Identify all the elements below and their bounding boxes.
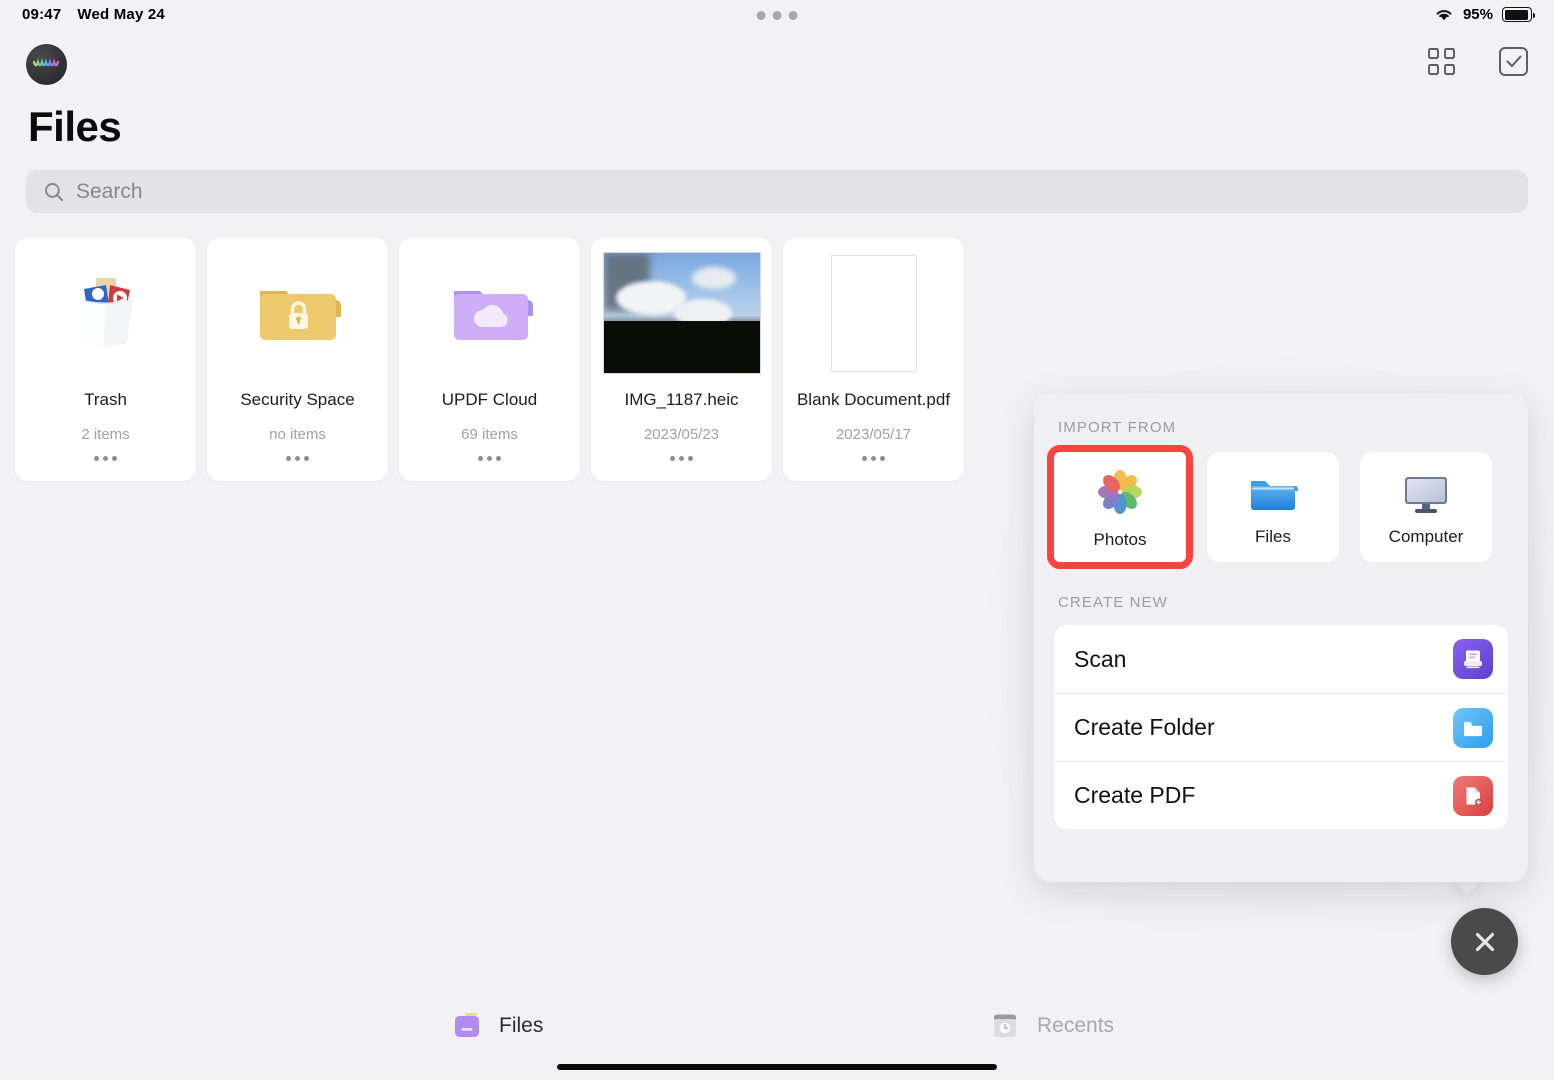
user-avatar-icon xyxy=(33,58,61,72)
pdf-add-icon xyxy=(1453,776,1493,816)
header-actions xyxy=(1428,47,1528,76)
import-option-files[interactable]: Files xyxy=(1207,452,1339,562)
file-meta: 2023/05/23 xyxy=(644,426,719,443)
more-options-icon[interactable] xyxy=(670,456,693,461)
create-option-label: Create PDF xyxy=(1074,782,1195,809)
status-time: 09:47 xyxy=(22,6,61,23)
search-placeholder: Search xyxy=(76,180,143,204)
create-new-label: CREATE NEW xyxy=(1058,594,1508,611)
file-meta: 69 items xyxy=(461,426,518,443)
files-tab-icon xyxy=(452,1010,486,1042)
close-x-icon xyxy=(1472,929,1498,955)
close-fab-button[interactable] xyxy=(1451,908,1518,975)
add-content-popover: IMPORT FROM xyxy=(1034,393,1528,882)
avatar[interactable] xyxy=(26,44,67,85)
grid-view-icon[interactable] xyxy=(1428,48,1455,75)
battery-icon xyxy=(1502,7,1532,22)
app-screen: 09:47 Wed May 24 95% xyxy=(0,0,1554,1080)
import-options-row: Photos Files xyxy=(1054,452,1508,562)
file-card-img-1187[interactable]: IMG_1187.heic 2023/05/23 xyxy=(591,238,772,481)
status-bar-right: 95% xyxy=(1434,6,1532,23)
page-title: Files xyxy=(28,103,121,151)
file-meta: 2023/05/17 xyxy=(836,426,911,443)
file-meta: no items xyxy=(269,426,326,443)
checkmark-glyph xyxy=(1506,55,1522,68)
file-name: Blank Document.pdf xyxy=(797,390,950,410)
tab-label: Recents xyxy=(1037,1014,1114,1038)
create-option-scan[interactable]: Scan xyxy=(1054,625,1508,693)
file-name: Security Space xyxy=(240,390,354,410)
import-option-photos-highlight: Photos xyxy=(1047,445,1193,569)
create-option-label: Create Folder xyxy=(1074,714,1215,741)
scanner-icon xyxy=(1453,639,1493,679)
file-name: UPDF Cloud xyxy=(442,390,537,410)
status-date: Wed May 24 xyxy=(77,6,165,23)
file-grid: Trash 2 items Security Space no items xyxy=(15,238,964,481)
file-card-blank-document[interactable]: Blank Document.pdf 2023/05/17 xyxy=(783,238,964,481)
import-option-computer[interactable]: Computer xyxy=(1360,452,1492,562)
import-option-label: Computer xyxy=(1389,527,1464,547)
tab-label: Files xyxy=(499,1014,543,1038)
battery-percent: 95% xyxy=(1463,6,1493,23)
file-name: Trash xyxy=(84,390,127,410)
cloud-folder-icon xyxy=(399,238,580,388)
status-bar: 09:47 Wed May 24 95% xyxy=(0,0,1554,32)
file-card-security-space[interactable]: Security Space no items xyxy=(207,238,388,481)
import-option-label: Photos xyxy=(1094,530,1147,550)
blank-page-icon xyxy=(783,238,964,388)
tab-bar: Files Recents xyxy=(0,998,1554,1080)
select-checkmark-icon[interactable] xyxy=(1499,47,1528,76)
more-options-icon[interactable] xyxy=(94,456,117,461)
tab-files[interactable]: Files xyxy=(452,1010,543,1042)
search-icon xyxy=(44,182,64,202)
photo-thumbnail-icon xyxy=(591,238,772,388)
status-bar-left: 09:47 Wed May 24 xyxy=(22,6,165,23)
more-options-icon[interactable] xyxy=(862,456,885,461)
import-from-label: IMPORT FROM xyxy=(1058,419,1508,436)
create-new-list: Scan Create Folder xyxy=(1054,625,1508,829)
multitasking-dots-icon[interactable] xyxy=(757,11,798,20)
more-options-icon[interactable] xyxy=(478,456,501,461)
home-indicator[interactable] xyxy=(557,1064,997,1070)
import-option-label: Files xyxy=(1255,527,1291,547)
file-name: IMG_1187.heic xyxy=(624,390,738,410)
tab-recents[interactable]: Recents xyxy=(990,1010,1114,1042)
file-meta: 2 items xyxy=(81,426,129,443)
trash-bin-icon xyxy=(15,238,196,388)
create-option-create-pdf[interactable]: Create PDF xyxy=(1054,761,1508,829)
search-input[interactable]: Search xyxy=(26,170,1528,213)
wifi-icon xyxy=(1434,7,1454,22)
create-option-create-folder[interactable]: Create Folder xyxy=(1054,693,1508,761)
folder-icon xyxy=(1453,708,1493,748)
recents-clock-icon xyxy=(990,1010,1024,1042)
computer-monitor-icon xyxy=(1398,467,1454,517)
files-app-icon xyxy=(1245,467,1301,517)
more-options-icon[interactable] xyxy=(286,456,309,461)
file-card-updf-cloud[interactable]: UPDF Cloud 69 items xyxy=(399,238,580,481)
photos-app-icon xyxy=(1092,464,1148,520)
create-option-label: Scan xyxy=(1074,646,1126,673)
locked-folder-icon xyxy=(207,238,388,388)
file-card-trash[interactable]: Trash 2 items xyxy=(15,238,196,481)
import-option-photos[interactable]: Photos xyxy=(1054,452,1186,562)
